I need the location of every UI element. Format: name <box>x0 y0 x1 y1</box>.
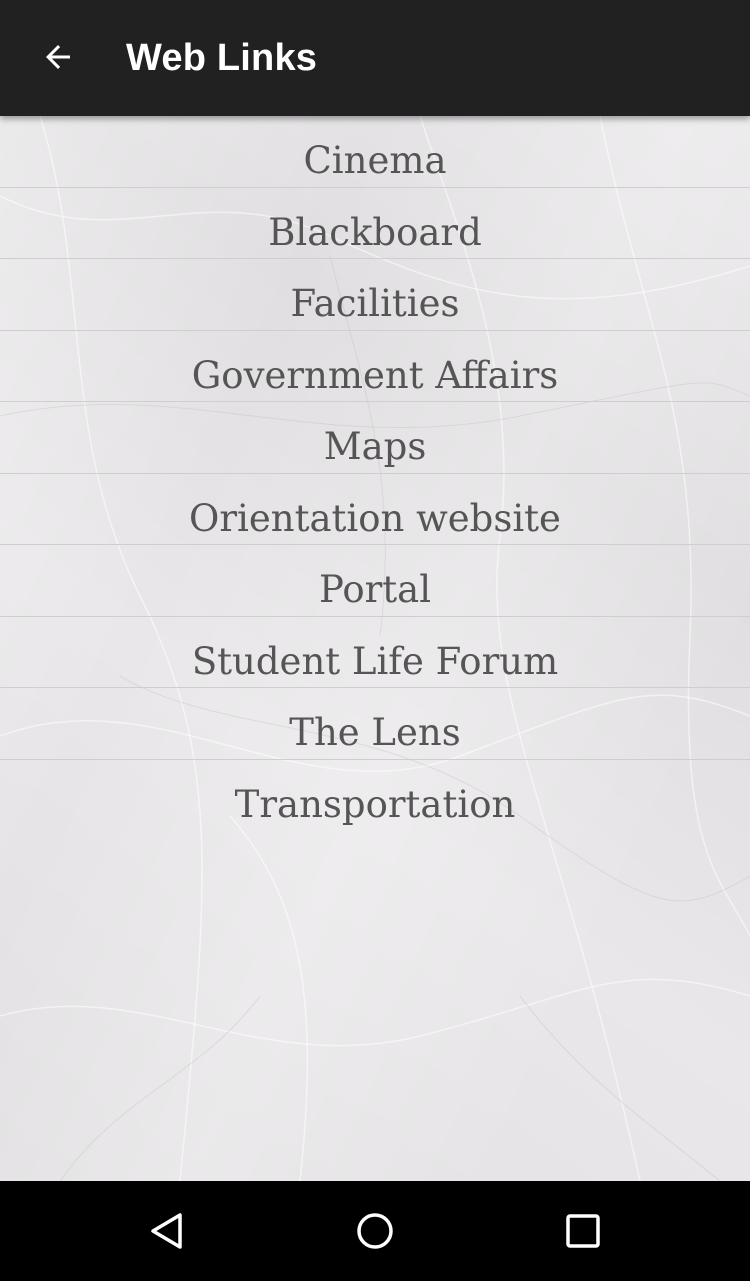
screen: Web Links Cinema Blackboard Facilities G… <box>0 0 750 1281</box>
nav-home-circle-icon <box>357 1213 393 1249</box>
system-navigation-bar <box>0 1181 750 1281</box>
link-item-facilities[interactable]: Facilities <box>0 259 750 331</box>
arrow-back-icon <box>46 45 70 69</box>
nav-recents-button[interactable] <box>553 1201 613 1261</box>
link-item-orientation-website[interactable]: Orientation website <box>0 474 750 545</box>
link-item-transportation[interactable]: Transportation <box>0 760 750 832</box>
web-links-content: Cinema Blackboard Facilities Government … <box>0 116 750 1181</box>
link-item-portal[interactable]: Portal <box>0 545 750 617</box>
nav-home-button[interactable] <box>345 1201 405 1261</box>
link-item-the-lens[interactable]: The Lens <box>0 688 750 760</box>
link-item-maps[interactable]: Maps <box>0 402 750 474</box>
link-item-student-life-forum[interactable]: Student Life Forum <box>0 617 750 688</box>
app-bar: Web Links <box>0 0 750 116</box>
link-item-cinema[interactable]: Cinema <box>0 116 750 188</box>
web-links-list: Cinema Blackboard Facilities Government … <box>0 116 750 831</box>
back-button[interactable] <box>28 27 88 87</box>
link-item-government-affairs[interactable]: Government Affairs <box>0 331 750 402</box>
nav-recents-square-icon <box>566 1214 600 1248</box>
page-title: Web Links <box>126 37 318 79</box>
nav-back-triangle-icon <box>151 1213 182 1249</box>
link-item-blackboard[interactable]: Blackboard <box>0 188 750 259</box>
nav-back-button[interactable] <box>137 1201 197 1261</box>
